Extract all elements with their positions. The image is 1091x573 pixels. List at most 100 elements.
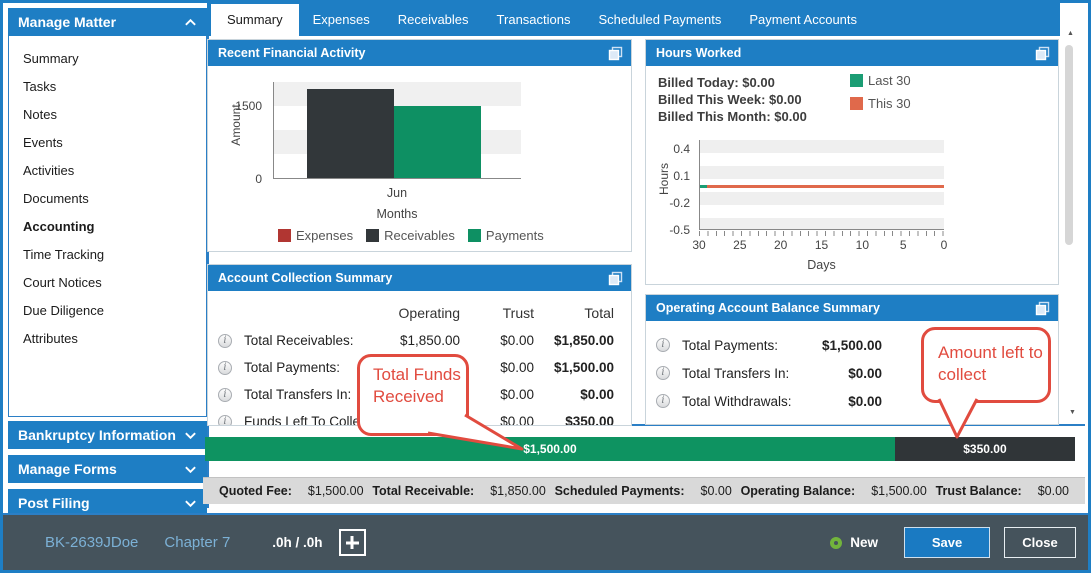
- footer-bar: BK-2639JDoe Chapter 7 .0h / .0h New Save…: [3, 513, 1088, 570]
- receivables-swatch: [366, 229, 380, 242]
- chart-legend: Last 30 This 30: [850, 73, 911, 111]
- billed-today: Billed Today: $0.00: [658, 75, 775, 90]
- this-30-swatch: [850, 97, 863, 110]
- this-30-line: [707, 184, 944, 188]
- hw-ytick: 0.4: [673, 142, 690, 156]
- panel-header: Operating Account Balance Summary: [646, 295, 1058, 321]
- info-icon[interactable]: i: [656, 338, 670, 352]
- sidebar-section-manage-matter[interactable]: Manage Matter: [8, 8, 207, 36]
- x-tick-label: Jun: [386, 186, 408, 200]
- sidebar-item-attributes[interactable]: Attributes: [9, 325, 206, 353]
- sidebar-menu: Summary Tasks Notes Events Activities Do…: [8, 36, 207, 417]
- tab-summary[interactable]: Summary: [211, 4, 299, 36]
- totals-strip: Quoted Fee: $1,500.00 Total Receivable: $1…: [203, 477, 1085, 504]
- trust-balance: Trust Balance: $0.00: [935, 484, 1069, 498]
- hw-xtick: 15: [814, 238, 829, 252]
- hw-ytick: 0.1: [673, 169, 690, 183]
- x-tick-marks: [699, 231, 944, 236]
- table-header: Operating Trust Total: [208, 291, 631, 321]
- col-trust: Trust: [502, 305, 534, 321]
- sidebar-item-documents[interactable]: Documents: [9, 185, 206, 213]
- tab-expenses[interactable]: Expenses: [299, 3, 384, 36]
- billed-this-month: Billed This Month: $0.00: [658, 109, 807, 124]
- hw-ytick: -0.5: [669, 223, 690, 237]
- info-icon[interactable]: i: [218, 360, 232, 375]
- chevron-up-icon: [185, 18, 196, 25]
- info-icon[interactable]: i: [218, 387, 232, 402]
- collection-progress-bar: $1,500.00 $350.00: [205, 437, 1075, 461]
- hw-xtick: 10: [855, 238, 870, 252]
- panel-title: Recent Financial Activity: [218, 46, 366, 60]
- callout-amount-left-to-collect: Amount left to collect: [921, 327, 1051, 403]
- popout-icon[interactable]: [1035, 46, 1050, 61]
- scroll-up-arrow[interactable]: ▲: [1067, 30, 1074, 37]
- hours-plot: [699, 140, 944, 230]
- app-window: Manage Matter Summary Tasks Notes Events…: [0, 0, 1091, 573]
- x-axis-label: Days: [807, 258, 836, 272]
- info-icon[interactable]: i: [218, 333, 232, 348]
- sidebar-item-summary[interactable]: Summary: [9, 45, 206, 73]
- close-button[interactable]: Close: [1004, 527, 1076, 558]
- billed-this-week: Billed This Week: $0.00: [658, 92, 802, 107]
- sidebar-section-manage-forms[interactable]: Manage Forms: [8, 455, 207, 483]
- total-receivable: Total Receivable: $1,850.00: [372, 484, 546, 498]
- panel-title: Hours Worked: [656, 46, 742, 60]
- collected-amount: $1,500.00: [523, 442, 577, 456]
- hw-xtick: 25: [733, 238, 747, 252]
- sidebar-section-bankruptcy-information[interactable]: Bankruptcy Information: [8, 421, 207, 449]
- tab-payment-accounts[interactable]: Payment Accounts: [735, 3, 871, 36]
- popout-icon[interactable]: [608, 46, 623, 61]
- rfa-ytick: 0: [255, 172, 262, 186]
- legend-item-this-30: This 30: [850, 96, 911, 111]
- save-button[interactable]: Save: [904, 527, 990, 558]
- tab-transactions[interactable]: Transactions: [483, 3, 585, 36]
- bar-payments: [394, 106, 481, 178]
- info-icon[interactable]: i: [656, 366, 670, 380]
- scroll-down-arrow[interactable]: ▼: [1069, 409, 1076, 416]
- add-time-button[interactable]: [338, 529, 366, 556]
- bar-receivables: [307, 89, 394, 178]
- chevron-down-icon: [185, 466, 196, 473]
- billed-summary: Billed Today: $0.00 Billed This Week: $0…: [658, 74, 807, 125]
- remaining-amount: $350.00: [963, 442, 1007, 456]
- panel-title: Operating Account Balance Summary: [656, 301, 880, 315]
- section-label: Post Filing: [18, 495, 90, 511]
- hours-xticks: 30 25 20 15 10 5 0: [692, 238, 947, 252]
- col-operating: Operating: [398, 305, 460, 321]
- section-label: Manage Forms: [18, 461, 117, 477]
- quoted-fee: Quoted Fee: $1,500.00: [219, 484, 364, 498]
- sidebar-item-time-tracking[interactable]: Time Tracking: [9, 241, 206, 269]
- last-30-swatch: [850, 74, 863, 87]
- legend-item-last-30: Last 30: [850, 73, 911, 88]
- chevron-down-icon: [185, 432, 196, 439]
- financial-activity-yticks: 0 1500: [230, 82, 268, 186]
- sidebar-item-tasks[interactable]: Tasks: [9, 73, 206, 101]
- hw-xtick: 5: [899, 238, 907, 252]
- tab-receivables[interactable]: Receivables: [384, 3, 483, 36]
- callout-total-funds-received: Total Funds Received: [357, 354, 469, 436]
- rfa-ytick: 1500: [235, 99, 262, 114]
- sidebar-item-notes[interactable]: Notes: [9, 101, 206, 129]
- info-icon[interactable]: i: [218, 414, 232, 425]
- chapter-label: Chapter 7: [164, 534, 231, 551]
- sidebar-item-accounting[interactable]: Accounting: [9, 213, 206, 241]
- sidebar-item-due-diligence[interactable]: Due Diligence: [9, 297, 206, 325]
- legend-item-expenses: Expenses: [278, 228, 353, 243]
- popout-icon[interactable]: [1035, 301, 1050, 316]
- operating-balance: Operating Balance: $1,500.00: [740, 484, 927, 498]
- info-icon[interactable]: i: [656, 394, 670, 408]
- sidebar-item-events[interactable]: Events: [9, 129, 206, 157]
- chart-legend: Expenses Receivables Payments: [278, 228, 544, 243]
- tab-scheduled-payments[interactable]: Scheduled Payments: [584, 3, 735, 36]
- popout-icon[interactable]: [608, 271, 623, 286]
- sidebar-item-activities[interactable]: Activities: [9, 157, 206, 185]
- matter-id-link[interactable]: BK-2639JDoe: [45, 534, 138, 551]
- collected-segment: $1,500.00: [205, 437, 895, 461]
- scrollbar-thumb[interactable]: [1065, 45, 1073, 245]
- hw-ytick: -0.2: [669, 196, 690, 210]
- sidebar-item-court-notices[interactable]: Court Notices: [9, 269, 206, 297]
- new-status-icon: [830, 536, 843, 549]
- panel-hours-worked: Hours Worked Billed Today: $0.00 Billed …: [645, 39, 1059, 285]
- section-label: Bankruptcy Information: [18, 427, 176, 443]
- financial-activity-plot: [273, 82, 521, 179]
